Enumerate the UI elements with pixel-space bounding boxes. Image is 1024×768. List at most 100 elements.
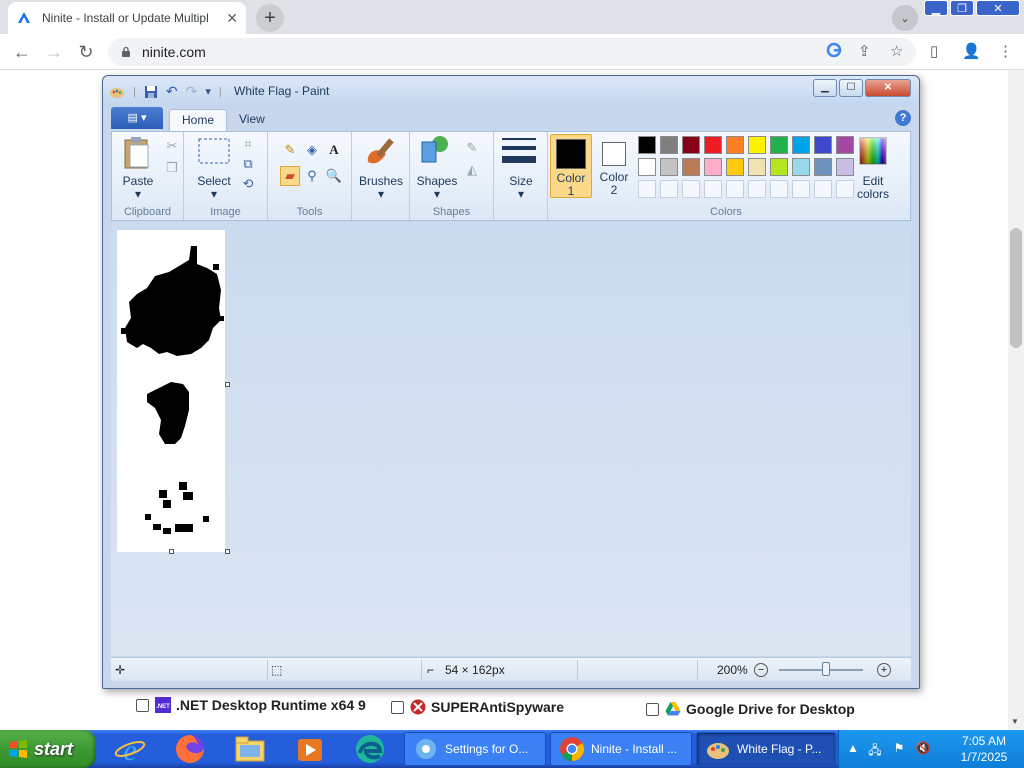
tab-close-icon[interactable]: ✕ [226, 10, 238, 27]
cut-icon[interactable]: ✂ [162, 136, 182, 156]
google-lens-icon[interactable] [826, 42, 842, 62]
paste-dropdown-icon[interactable]: ▾ [118, 188, 158, 201]
chrome-menu-icon[interactable]: ⋮ [998, 42, 1013, 60]
new-tab-button[interactable]: + [256, 4, 284, 32]
palette-swatch[interactable] [814, 180, 832, 198]
palette-swatch[interactable] [726, 180, 744, 198]
palette-swatch[interactable] [726, 136, 744, 154]
tab-search-button[interactable]: ⌄ [892, 5, 918, 31]
palette-swatch[interactable] [770, 180, 788, 198]
customize-qat-icon[interactable]: ▾ [205, 85, 211, 98]
side-panel-icon[interactable]: ▯ [930, 42, 938, 60]
file-explorer-icon[interactable] [234, 733, 266, 765]
palette-swatch[interactable] [704, 136, 722, 154]
scrollbar-thumb[interactable] [1010, 228, 1022, 348]
canvas-area[interactable] [111, 222, 911, 656]
copy-icon[interactable]: ❐ [162, 158, 182, 178]
internet-explorer-icon[interactable]: e [114, 733, 146, 765]
forward-icon[interactable]: → [42, 40, 66, 64]
resize-handle-corner[interactable] [225, 549, 230, 554]
color-picker-icon[interactable]: ⚲ [302, 166, 322, 186]
palette-swatch[interactable] [704, 158, 722, 176]
zoom-slider-track[interactable] [779, 669, 863, 671]
close-button[interactable]: ✕ [976, 0, 1020, 16]
file-menu-button[interactable]: ▤ ▾ [111, 107, 163, 129]
minimize-button[interactable]: ▁ [924, 0, 948, 16]
reload-icon[interactable]: ↻ [74, 40, 98, 64]
edit-colors-label-2[interactable]: colors [848, 188, 898, 201]
task-chrome[interactable]: Ninite - Install ... [550, 732, 692, 766]
network-icon[interactable]: 🖧 [867, 741, 883, 757]
zoom-slider-thumb[interactable] [822, 662, 830, 676]
brushes-icon[interactable] [364, 134, 398, 168]
palette-swatch[interactable] [704, 180, 722, 198]
shapes-dropdown-icon[interactable]: ▾ [412, 188, 462, 201]
palette-swatch[interactable] [814, 158, 832, 176]
shapes-icon[interactable] [418, 134, 452, 168]
app-checkbox[interactable] [391, 700, 404, 714]
palette-swatch[interactable] [748, 158, 766, 176]
palette-swatch[interactable] [792, 158, 810, 176]
paste-icon[interactable] [122, 136, 152, 170]
zoom-in-button[interactable]: + [877, 663, 891, 677]
palette-swatch[interactable] [682, 180, 700, 198]
edge-icon[interactable] [354, 733, 386, 765]
palette-swatch[interactable] [682, 158, 700, 176]
palette-swatch[interactable] [660, 180, 678, 198]
bookmark-star-icon[interactable]: ☆ [890, 42, 903, 60]
help-icon[interactable]: ? [895, 110, 911, 126]
ninite-app-item[interactable]: SUPERAntiSpyware [391, 699, 564, 715]
paint-app-icon[interactable] [109, 84, 125, 100]
resize-icon[interactable]: ⧉ [238, 154, 258, 174]
paint-minimize-button[interactable]: ▁ [813, 79, 837, 97]
volume-muted-icon[interactable]: 🔇 [915, 741, 931, 757]
palette-swatch[interactable] [836, 158, 854, 176]
scroll-down-arrow-icon[interactable]: ▼ [1011, 717, 1019, 726]
palette-swatch[interactable] [792, 180, 810, 198]
palette-swatch[interactable] [814, 136, 832, 154]
palette-swatch[interactable] [682, 136, 700, 154]
palette-swatch[interactable] [638, 136, 656, 154]
text-icon[interactable]: A [324, 140, 344, 160]
palette-swatch[interactable] [770, 136, 788, 154]
show-hidden-icons-icon[interactable]: ▲ [845, 741, 861, 757]
page-scrollbar[interactable]: ▼ [1008, 70, 1024, 730]
palette-swatch[interactable] [792, 136, 810, 154]
task-paint[interactable]: White Flag - P... [696, 732, 836, 766]
undo-icon[interactable]: ↶ [166, 83, 178, 100]
media-player-icon[interactable] [294, 733, 326, 765]
browser-tab[interactable]: Ninite - Install or Update Multipl ✕ [8, 2, 246, 34]
edit-colors-icon[interactable] [858, 136, 888, 166]
fill-icon[interactable]: ◈ [302, 140, 322, 160]
profile-icon[interactable]: 👤 [962, 42, 981, 60]
tab-home[interactable]: Home [169, 109, 228, 131]
address-bar[interactable]: ninite.com [108, 38, 916, 66]
pencil-icon[interactable]: ✎ [280, 140, 300, 160]
palette-swatch[interactable] [748, 136, 766, 154]
size-dropdown-icon[interactable]: ▾ [496, 188, 546, 201]
clock[interactable]: 7:05 AM 1/7/2025 [947, 733, 1021, 765]
drawing-canvas[interactable] [117, 230, 225, 552]
ninite-app-item[interactable]: .NET .NET Desktop Runtime x64 9 [136, 697, 366, 713]
palette-swatch[interactable] [638, 180, 656, 198]
outline-icon[interactable]: ✎ [462, 138, 482, 158]
action-center-flag-icon[interactable]: ⚑ [891, 741, 907, 757]
palette-swatch[interactable] [836, 136, 854, 154]
resize-handle-right[interactable] [225, 382, 230, 387]
brushes-dropdown-icon[interactable]: ▾ [354, 188, 408, 201]
select-icon[interactable] [198, 138, 230, 164]
palette-swatch[interactable] [770, 158, 788, 176]
firefox-icon[interactable] [174, 733, 206, 765]
size-icon[interactable] [502, 138, 536, 164]
eraser-icon[interactable]: ▰ [280, 166, 300, 186]
paint-title-bar[interactable]: | ↶ ↷ ▾ | White Flag - Paint ▁ ☐ ✕ [103, 76, 919, 106]
tab-view[interactable]: View [227, 109, 277, 131]
paint-maximize-button[interactable]: ☐ [839, 79, 863, 97]
start-button[interactable]: start [0, 730, 96, 768]
crop-icon[interactable]: ⌗ [238, 134, 258, 154]
resize-handle-bottom[interactable] [169, 549, 174, 554]
palette-swatch[interactable] [638, 158, 656, 176]
color2-button[interactable]: Color 2 [594, 134, 634, 198]
task-settings[interactable]: Settings for O... [404, 732, 546, 766]
restore-button[interactable]: ❐ [950, 0, 974, 16]
